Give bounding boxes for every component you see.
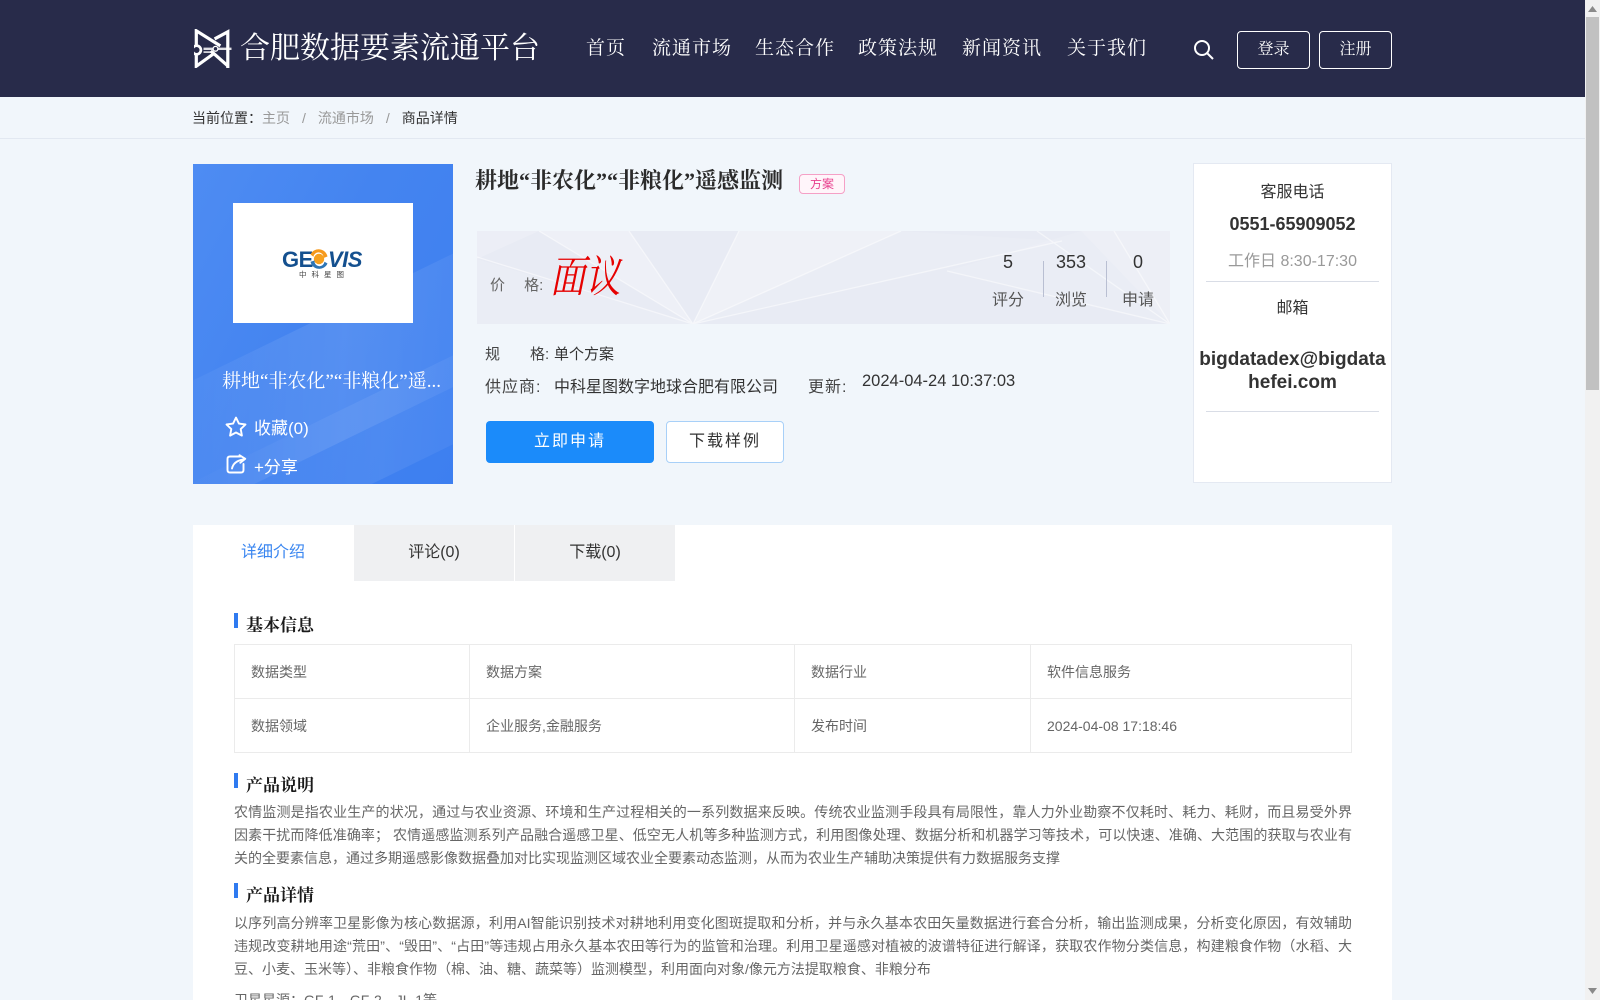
svg-text:VIS: VIS [328, 247, 363, 272]
svg-text:中科星图: 中科星图 [299, 269, 349, 279]
svg-text:GE: GE [282, 247, 313, 272]
